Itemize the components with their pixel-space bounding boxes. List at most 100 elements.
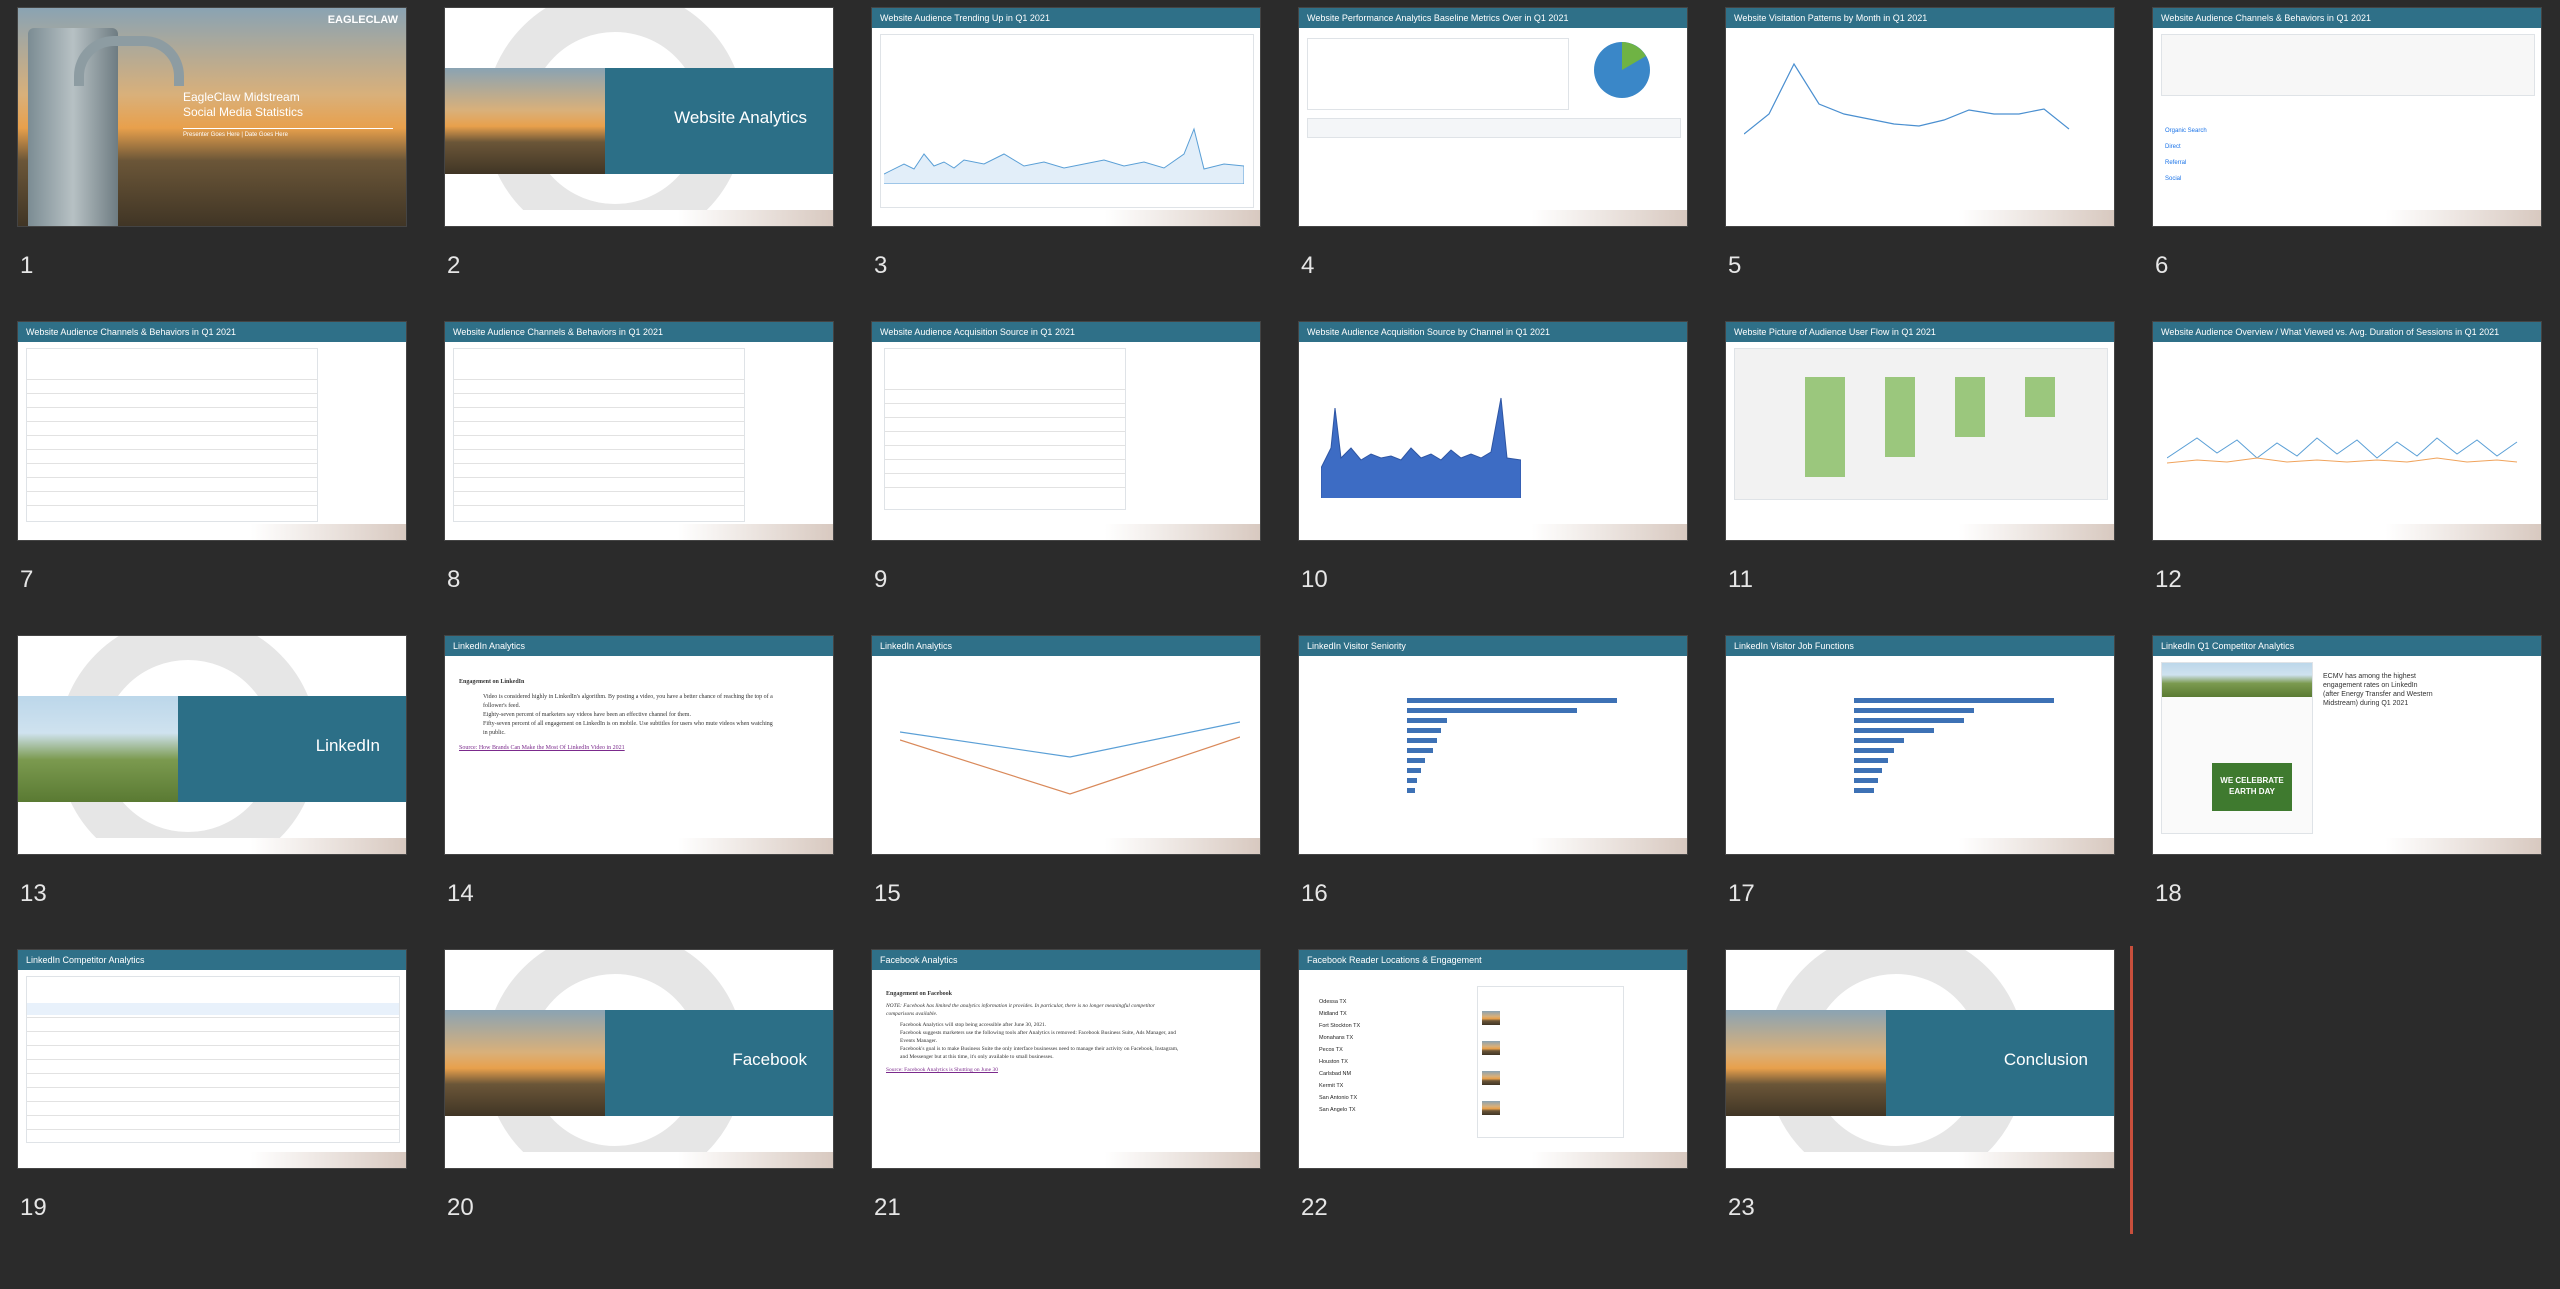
slide-thumbnail[interactable]: Website Picture of Audience User Flow in…	[1726, 322, 2114, 540]
location-item: Kermit TX	[1319, 1083, 1344, 1089]
slide-footer	[1299, 838, 1687, 854]
slide-thumbnail[interactable]: LinkedIn Competitor Analytics	[18, 950, 406, 1168]
slide-number: 9	[874, 566, 888, 593]
slide-thumbnail[interactable]: Website Audience Acquisition Source by C…	[1299, 322, 1687, 540]
slide-cell-19[interactable]: LinkedIn Competitor Analytics 19	[18, 950, 406, 1264]
slide-thumbnail[interactable]: LinkedIn Analytics	[872, 636, 1260, 854]
slide-content	[880, 34, 1254, 208]
table-image	[453, 348, 745, 522]
section-photo	[445, 68, 605, 174]
slide-cell-12[interactable]: Website Audience Overview / What Viewed …	[2153, 322, 2541, 636]
slide-cell-4[interactable]: Website Performance Analytics Baseline M…	[1299, 8, 1687, 322]
slide-thumbnail[interactable]: Website Audience Channels & Behaviors in…	[445, 322, 833, 540]
slide-title: Website Picture of Audience User Flow in…	[1726, 322, 2114, 342]
slide-cell-15[interactable]: LinkedIn Analytics 15	[872, 636, 1260, 950]
slide-title: Website Audience Acquisition Source in Q…	[872, 322, 1260, 342]
slide-footer	[18, 524, 406, 540]
slide-title: EagleClaw Midstream Social Media Statist…	[183, 90, 304, 119]
slide-thumbnail[interactable]: Conclusion	[1726, 950, 2114, 1168]
slide-thumbnail[interactable]: LinkedIn Visitor Job Functions	[1726, 636, 2114, 854]
slide-thumbnail[interactable]: Facebook Reader Locations & Engagement O…	[1299, 950, 1687, 1168]
slide-cell-21[interactable]: Facebook Analytics Engagement on Faceboo…	[872, 950, 1260, 1264]
line-chart-image	[1744, 62, 2070, 135]
slide-cell-5[interactable]: Website Visitation Patterns by Month in …	[1726, 8, 2114, 322]
location-item: Midland TX	[1319, 1011, 1347, 1017]
slide-cell-13[interactable]: LinkedIn 13	[18, 636, 406, 950]
slide-number: 1	[20, 252, 34, 279]
slide-cell-18[interactable]: LinkedIn Q1 Competitor Analytics WE CELE…	[2153, 636, 2541, 950]
slide-number: 21	[874, 1194, 901, 1221]
linkedin-page-image: WE CELEBRATE EARTH DAY	[2161, 662, 2313, 834]
slide-footer	[872, 1152, 1260, 1168]
location-item: Houston TX	[1319, 1059, 1348, 1065]
table-image	[884, 348, 1126, 510]
slide-cell-3[interactable]: Website Audience Trending Up in Q1 2021 …	[872, 8, 1260, 322]
slide-number: 4	[1301, 252, 1315, 279]
slide-number: 11	[1728, 566, 1753, 593]
slide-title: Website Audience Channels & Behaviors in…	[2153, 8, 2541, 28]
location-item: San Angelo TX	[1319, 1107, 1356, 1113]
slide-content	[880, 662, 1252, 834]
bullet-item: Facebook Analytics will stop being acces…	[900, 1022, 1047, 1028]
slide-footer	[2153, 210, 2541, 226]
user-flow-image	[1734, 348, 2108, 500]
slide-cell-8[interactable]: Website Audience Channels & Behaviors in…	[445, 322, 833, 636]
slide-cell-14[interactable]: LinkedIn Analytics Engagement on LinkedI…	[445, 636, 833, 950]
slide-title: LinkedIn Analytics	[872, 636, 1260, 656]
slide-number: 12	[2155, 566, 2182, 593]
slide-thumbnail[interactable]: Website Performance Analytics Baseline M…	[1299, 8, 1687, 226]
bullet-item: Fifty-seven percent of all engagement on…	[483, 721, 773, 736]
slide-number: 16	[1301, 880, 1328, 907]
slide-content: Odessa TX Midland TX Fort Stockton TX Mo…	[1307, 976, 1679, 1148]
table-image	[26, 348, 318, 522]
section-photo	[1726, 1010, 1886, 1116]
slide-content	[1734, 348, 2108, 520]
table-image	[26, 976, 400, 1143]
slide-number: 22	[1301, 1194, 1328, 1221]
slide-cell-2[interactable]: Website Analytics 2	[445, 8, 833, 322]
slide-thumbnail[interactable]: Website Audience Overview / What Viewed …	[2153, 322, 2541, 540]
slide-thumbnail[interactable]: Facebook Analytics Engagement on Faceboo…	[872, 950, 1260, 1168]
slide-footer	[1726, 210, 2114, 226]
slide-cell-23[interactable]: Conclusion 23	[1726, 950, 2114, 1264]
locations-list: Odessa TX Midland TX Fort Stockton TX Mo…	[1319, 996, 1360, 1116]
slide-footer	[18, 1152, 406, 1168]
slide-thumbnail[interactable]: Facebook	[445, 950, 833, 1168]
slide-cell-11[interactable]: Website Picture of Audience User Flow in…	[1726, 322, 2114, 636]
slide-thumbnail[interactable]: LinkedIn Q1 Competitor Analytics WE CELE…	[2153, 636, 2541, 854]
source-link[interactable]: Source: How Brands Can Make the Most Of …	[459, 744, 773, 753]
slide-cell-7[interactable]: Website Audience Channels & Behaviors in…	[18, 322, 406, 636]
line-chart-image	[2167, 437, 2518, 464]
slide-cell-6[interactable]: Website Audience Channels & Behaviors in…	[2153, 8, 2541, 322]
slide-thumbnail[interactable]: Website Visitation Patterns by Month in …	[1726, 8, 2114, 226]
source-link[interactable]: Source: Facebook Analytics is Shutting o…	[886, 1066, 1180, 1074]
section-title: Conclusion	[2003, 1050, 2088, 1069]
slide-thumbnail[interactable]: EAGLECLAW EagleClaw Midstream Social Med…	[18, 8, 406, 226]
slide-thumbnail[interactable]: Website Audience Acquisition Source in Q…	[872, 322, 1260, 540]
slide-thumbnail[interactable]: LinkedIn	[18, 636, 406, 854]
slide-thumbnail[interactable]: Website Audience Trending Up in Q1 2021	[872, 8, 1260, 226]
slide-cell-20[interactable]: Facebook 20	[445, 950, 833, 1264]
slide-cell-9[interactable]: Website Audience Acquisition Source in Q…	[872, 322, 1260, 636]
slide-cell-10[interactable]: Website Audience Acquisition Source by C…	[1299, 322, 1687, 636]
area-chart-image	[1321, 397, 1521, 498]
pie-chart-image	[1594, 42, 1650, 98]
slide-footer	[1726, 524, 2114, 540]
slide-cell-1[interactable]: EAGLECLAW EagleClaw Midstream Social Med…	[18, 8, 406, 322]
slide-cell-17[interactable]: LinkedIn Visitor Job Functions 17	[1726, 636, 2114, 950]
slide-title: Website Visitation Patterns by Month in …	[1726, 8, 2114, 28]
slide-thumbnail[interactable]: Website Audience Channels & Behaviors in…	[2153, 8, 2541, 226]
slide-title: Website Audience Trending Up in Q1 2021	[872, 8, 1260, 28]
line-chart-image	[900, 721, 1240, 795]
posts-panel	[1477, 986, 1624, 1138]
slide-content	[2161, 348, 2533, 520]
slide-thumbnail[interactable]: LinkedIn Analytics Engagement on LinkedI…	[445, 636, 833, 854]
slide-thumbnail[interactable]: LinkedIn Visitor Seniority	[1299, 636, 1687, 854]
slide-cell-16[interactable]: LinkedIn Visitor Seniority 16	[1299, 636, 1687, 950]
slide-cell-22[interactable]: Facebook Reader Locations & Engagement O…	[1299, 950, 1687, 1264]
table-panel	[1307, 118, 1681, 138]
location-item: San Antonio TX	[1319, 1095, 1358, 1101]
slide-thumbnail[interactable]: Website Audience Channels & Behaviors in…	[18, 322, 406, 540]
pipe-image	[74, 36, 184, 86]
slide-thumbnail[interactable]: Website Analytics	[445, 8, 833, 226]
